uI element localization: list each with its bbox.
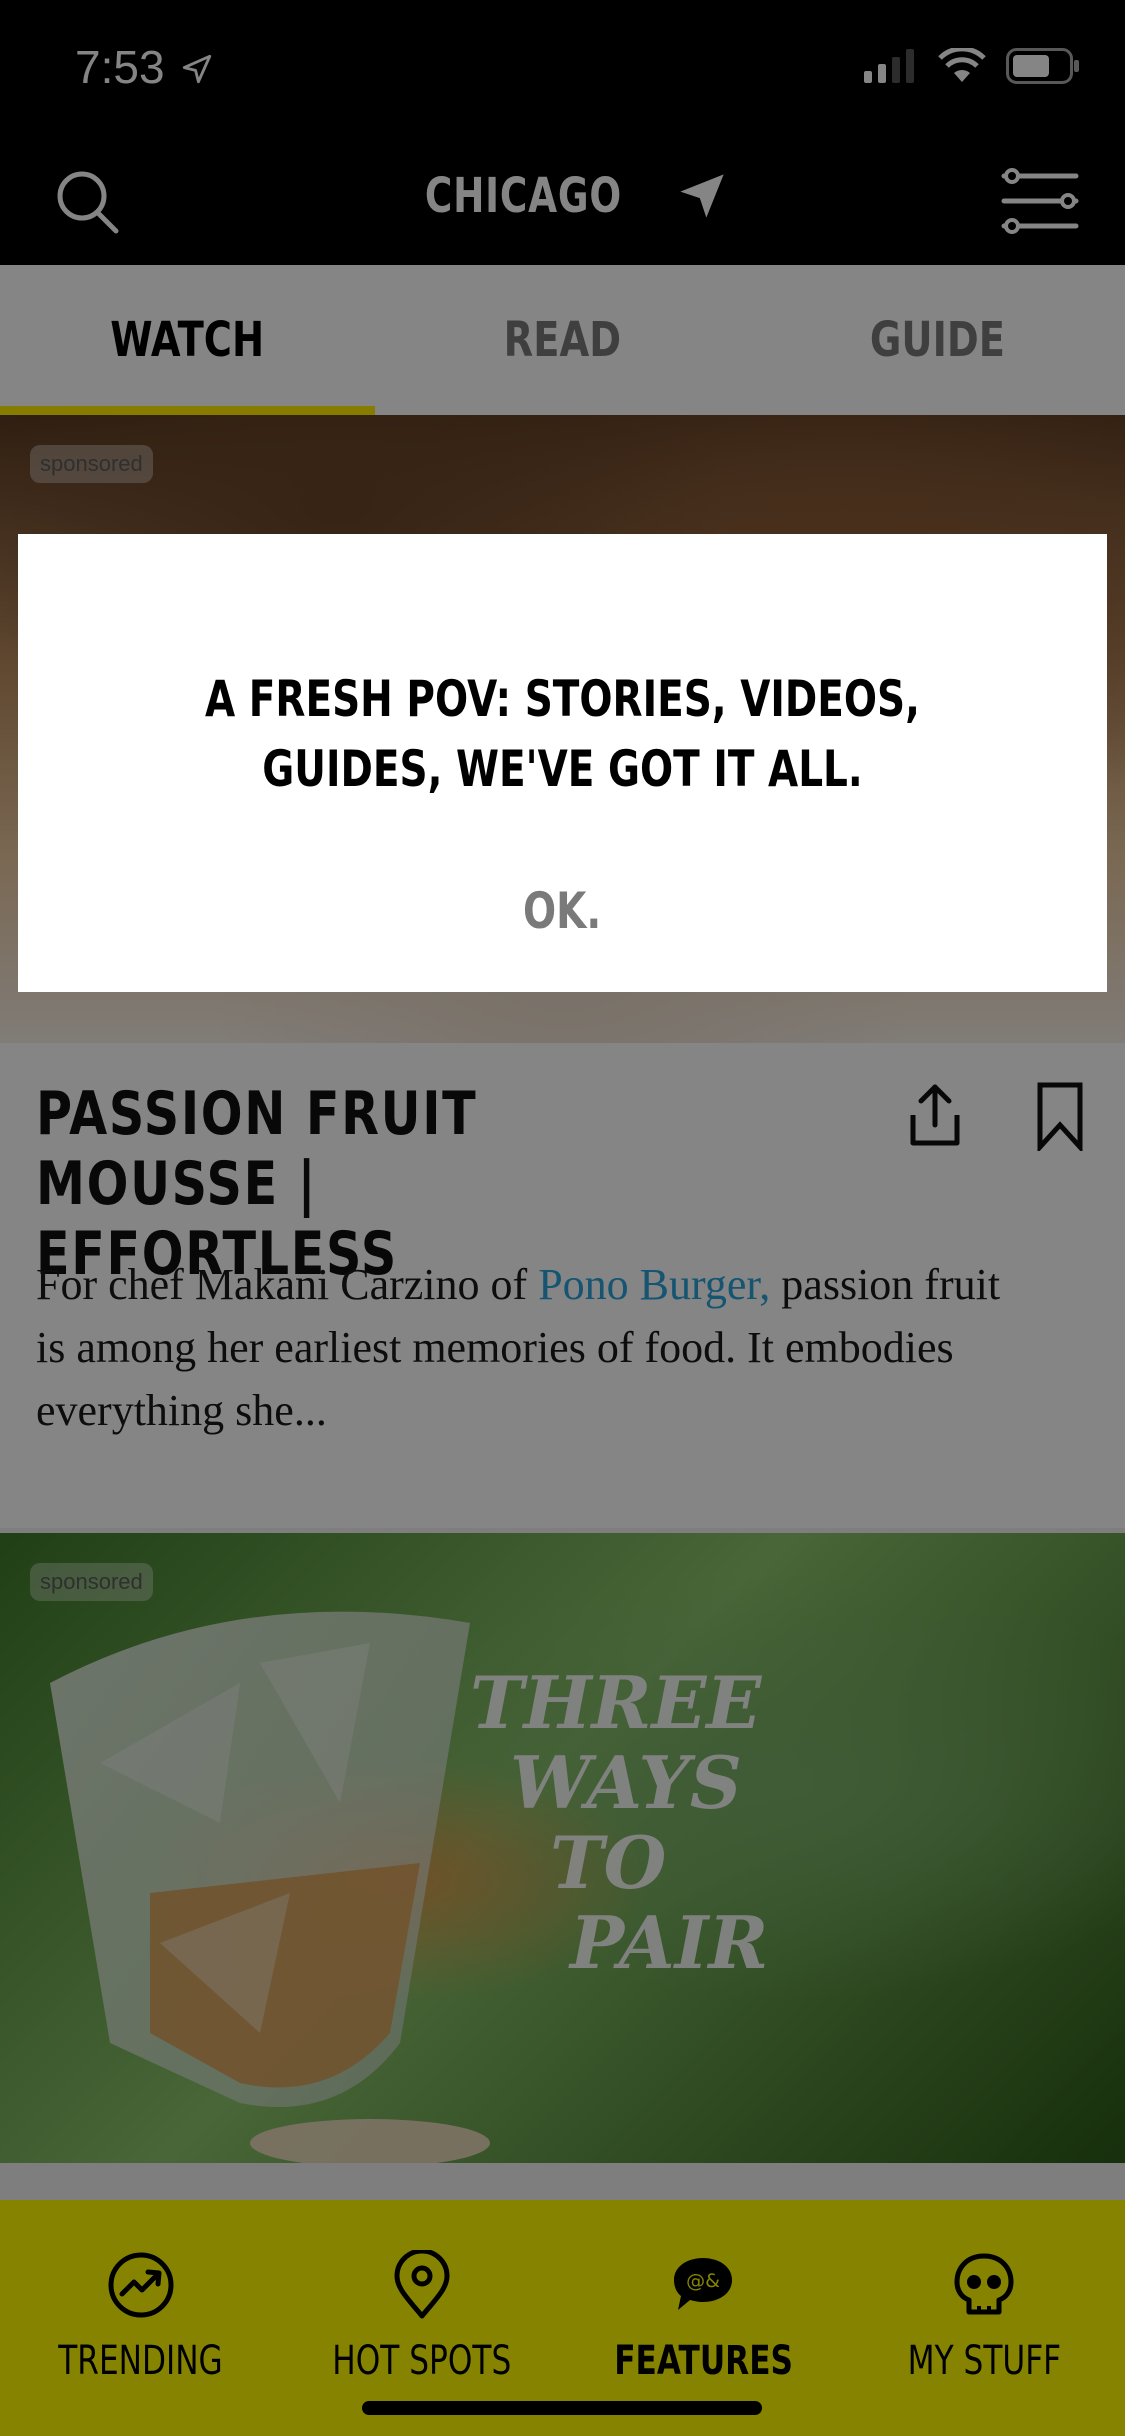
home-indicator[interactable] xyxy=(362,2401,762,2415)
modal-backdrop[interactable] xyxy=(0,0,1125,2436)
onboarding-dialog: A FRESH POV: STORIES, VIDEOS, GUIDES, WE… xyxy=(18,534,1107,992)
ok-button[interactable]: OK. xyxy=(18,882,1107,940)
dialog-message: A FRESH POV: STORIES, VIDEOS, GUIDES, WE… xyxy=(78,664,1047,804)
dialog-message-text: A FRESH POV: STORIES, VIDEOS, GUIDES, WE… xyxy=(205,670,920,798)
ok-button-label: OK. xyxy=(523,882,602,940)
